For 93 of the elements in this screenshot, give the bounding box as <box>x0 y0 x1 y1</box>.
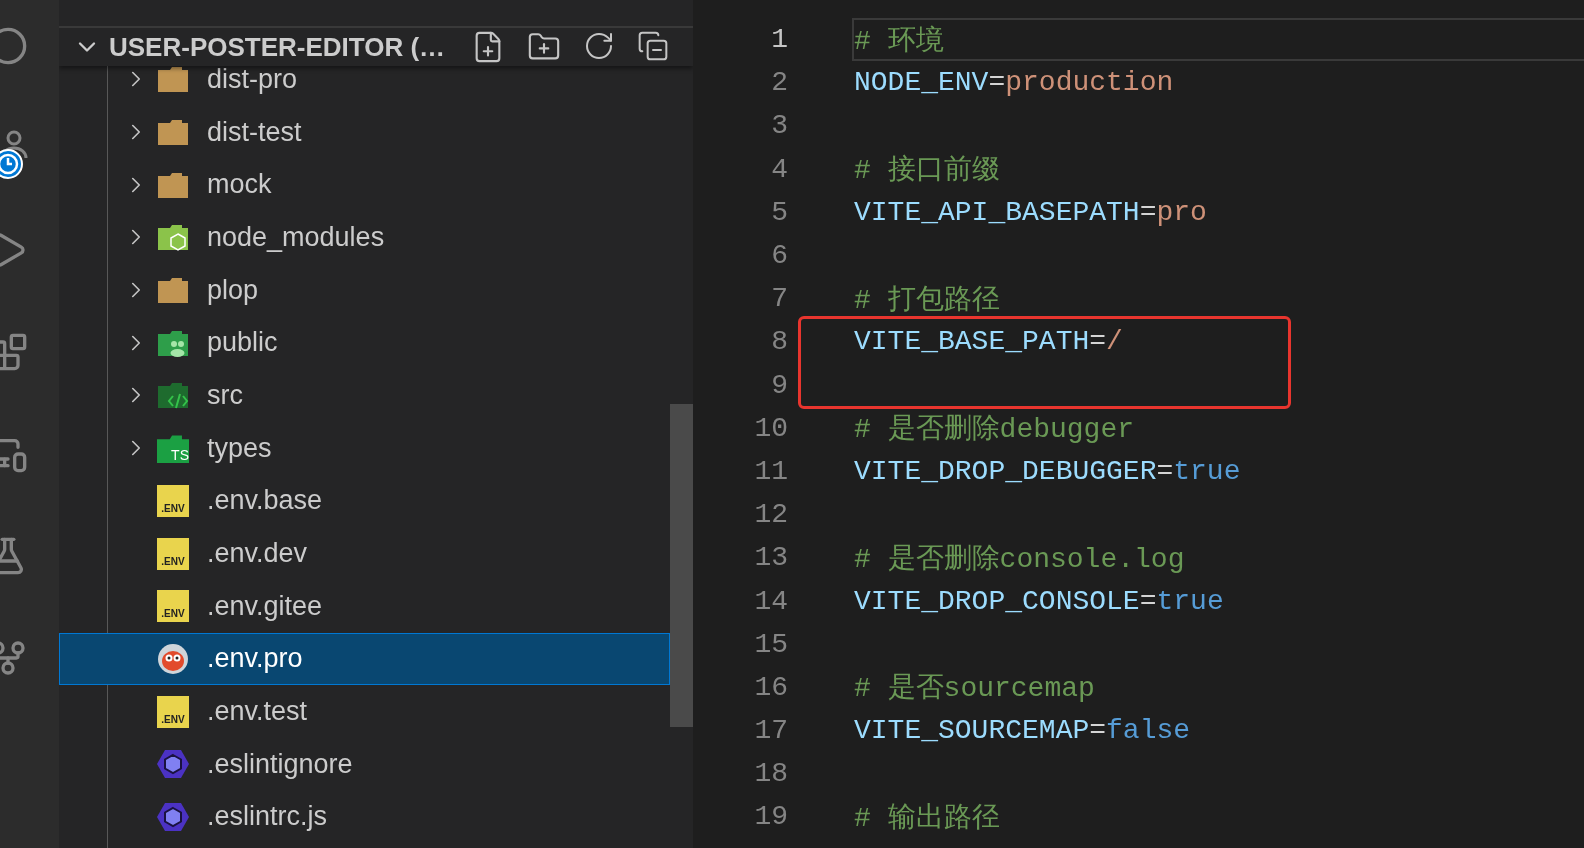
env-value: production <box>1005 67 1174 99</box>
line-number: 1 <box>770 24 788 56</box>
line-number: 2 <box>770 67 788 99</box>
line-number: 8 <box>770 326 788 358</box>
code-comment: # 是否删除console.log <box>854 542 1185 577</box>
file-name: .env.test <box>207 696 308 728</box>
code-comment: # 是否删除debugger <box>854 413 1135 448</box>
equals-sign: = <box>1089 326 1107 358</box>
tree-item[interactable]: .eslintrc.js <box>59 790 670 844</box>
env-value: / <box>1106 326 1123 358</box>
env-value: true <box>1156 585 1224 617</box>
hexagon-folder-icon <box>157 222 189 253</box>
tree-item[interactable]: .ENV .env.dev <box>59 527 670 580</box>
tree-item[interactable]: .ENV .env.gitee <box>59 579 670 633</box>
file-name: .eslintignore <box>207 748 353 780</box>
hexagon-icon <box>157 801 189 832</box>
file-name: .env.gitee <box>207 590 323 622</box>
tree-item[interactable]: .env.pro <box>59 632 670 686</box>
account-clock-icon[interactable] <box>0 128 28 180</box>
hexagon-icon <box>157 749 189 780</box>
tree-item[interactable]: .eslintignore <box>59 737 670 791</box>
tree-item[interactable]: mock <box>59 158 670 212</box>
line-number: 15 <box>753 628 788 660</box>
file-name: .eslintrc.js <box>207 801 328 833</box>
file-name: mock <box>207 169 272 201</box>
tree-item[interactable]: .ENV .env.test <box>59 685 670 738</box>
env-value: pro <box>1156 196 1207 228</box>
line-number: 10 <box>753 412 788 444</box>
equals-sign: = <box>1089 715 1107 747</box>
equals-sign: = <box>1139 196 1157 228</box>
file-name: src <box>207 379 243 411</box>
env-file-icon: .ENV <box>157 484 189 517</box>
file-name: .env.pro <box>207 643 303 675</box>
file-name: plop <box>207 274 259 306</box>
git-graph-icon[interactable] <box>0 638 28 678</box>
folder-icon <box>157 117 189 148</box>
file-name: .env.base <box>207 485 323 517</box>
tree-item[interactable]: src <box>59 369 670 422</box>
env-file-icon: .ENV <box>157 590 189 623</box>
file-name: public <box>207 327 278 359</box>
env-key: VITE_DROP_CONSOLE <box>854 585 1140 617</box>
line-number: 4 <box>770 153 788 185</box>
line-number: 19 <box>753 801 788 833</box>
code-folder-icon <box>157 380 189 411</box>
line-number: 18 <box>753 758 788 790</box>
equals-sign: = <box>1139 585 1157 617</box>
env-key: VITE_BASE_PATH <box>854 326 1090 358</box>
line-number: 16 <box>753 671 788 703</box>
line-number: 9 <box>770 369 788 401</box>
equals-sign: = <box>1156 455 1174 487</box>
folder-icon <box>157 66 189 95</box>
extensions-icon[interactable] <box>0 332 28 372</box>
env-value: false <box>1106 715 1191 747</box>
code-comment: # 接口前缀 <box>854 153 1000 189</box>
line-number: 11 <box>753 455 788 487</box>
ts-folder-icon: TS <box>157 433 189 464</box>
tree-item[interactable]: public <box>59 316 670 370</box>
code-comment: # 打包路径 <box>854 283 1000 318</box>
line-number: 5 <box>770 196 788 228</box>
tree-item[interactable]: .ENV .env.base <box>59 474 670 528</box>
tree-item[interactable]: plop <box>59 263 670 317</box>
line-number: 6 <box>770 240 788 272</box>
env-file-icon: .ENV <box>157 537 189 570</box>
line-number: 13 <box>753 542 788 574</box>
env-key: NODE_ENV <box>854 67 989 99</box>
line-number: 7 <box>770 283 788 315</box>
env-key: VITE_DROP_DEBUGGER <box>854 455 1157 487</box>
file-name: node_modules <box>207 221 385 253</box>
file-name: types <box>207 432 272 464</box>
run-icon[interactable] <box>0 230 28 270</box>
code-comment: # 是否sourcemap <box>854 672 1095 707</box>
code-comment: # 输出路径 <box>854 801 1000 836</box>
env-value: true <box>1173 455 1241 487</box>
line-number: 14 <box>753 585 788 617</box>
scrollbar[interactable] <box>670 404 693 727</box>
line-number: 3 <box>770 110 788 142</box>
equals-sign: = <box>988 67 1006 99</box>
tree-item[interactable]: dist-pro <box>59 66 670 106</box>
code-comment: # 环境 <box>854 24 944 59</box>
tree-item[interactable]: node_modules <box>59 211 670 264</box>
owl-icon <box>157 642 189 675</box>
file-name: .env.dev <box>207 538 308 570</box>
folder-title: USER-POSTER-EDITOR (… <box>109 31 446 63</box>
env-key: VITE_SOURCEMAP <box>854 715 1090 747</box>
file-name: dist-test <box>207 116 302 148</box>
tree-item[interactable]: dist-test <box>59 105 670 159</box>
env-file-icon: .ENV <box>157 695 189 728</box>
line-number: 17 <box>753 715 788 747</box>
env-key: VITE_API_BASEPATH <box>854 196 1140 228</box>
tree-item[interactable]: TS types <box>59 421 670 475</box>
folder-icon <box>157 275 189 306</box>
file-name: dist-pro <box>207 66 298 95</box>
line-number: 12 <box>753 499 788 531</box>
